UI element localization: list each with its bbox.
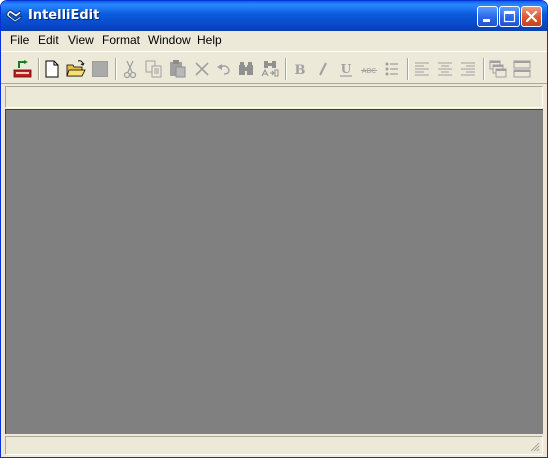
maximize-button[interactable] (499, 6, 520, 27)
menu-help[interactable]: Help (197, 33, 222, 47)
align-right-button[interactable] (457, 58, 479, 80)
menu-format[interactable]: Format (102, 33, 140, 47)
svg-text:U: U (341, 62, 352, 76)
open-folder-icon (66, 60, 86, 77)
save-button[interactable] (89, 58, 111, 80)
format-bar (5, 86, 543, 108)
tile-windows-icon (513, 60, 531, 78)
underline-button[interactable]: U (335, 58, 357, 80)
toolbar-separator (483, 58, 485, 80)
strikethrough-button[interactable]: ABC (358, 58, 380, 80)
underline-icon: U (340, 62, 352, 77)
minimize-button[interactable] (477, 6, 498, 27)
menu-view[interactable]: View (68, 33, 94, 47)
delete-button[interactable] (191, 58, 213, 80)
find-icon (239, 62, 253, 75)
exit-app-icon (13, 60, 32, 78)
close-icon (525, 10, 538, 23)
menu-bar: File Edit View Format Window Help (1, 31, 547, 50)
resize-grip-icon[interactable] (529, 441, 540, 452)
menu-edit[interactable]: Edit (38, 33, 59, 47)
bullet-list-button[interactable] (381, 58, 403, 80)
cascade-button[interactable] (487, 58, 509, 80)
cascade-windows-icon (489, 60, 507, 78)
app-icon (6, 9, 22, 23)
exit-button[interactable] (12, 58, 34, 80)
italic-button[interactable] (312, 58, 334, 80)
undo-icon (217, 64, 230, 75)
paste-icon (170, 60, 186, 78)
align-left-icon (415, 62, 429, 76)
copy-button[interactable] (143, 58, 165, 80)
save-icon (92, 61, 108, 77)
find-button[interactable] (235, 58, 257, 80)
open-button[interactable] (65, 58, 87, 80)
align-right-icon (461, 62, 475, 76)
new-button[interactable] (41, 58, 63, 80)
tile-button[interactable] (511, 58, 533, 80)
app-window: IntelliEdit File Edit View Format Window… (0, 0, 548, 458)
mdi-workspace[interactable] (5, 109, 543, 434)
minimize-icon (483, 19, 490, 22)
toolbar: B U ABC (1, 51, 547, 84)
align-center-button[interactable] (434, 58, 456, 80)
bold-icon: B (295, 63, 306, 78)
maximize-icon (503, 10, 516, 23)
cut-button[interactable] (119, 58, 141, 80)
bullet-list-icon (385, 62, 398, 76)
cut-icon (123, 60, 137, 79)
copy-icon (145, 60, 162, 78)
window-title: IntelliEdit (28, 8, 100, 23)
italic-icon (319, 62, 327, 76)
strikethrough-icon: ABC (361, 67, 377, 75)
new-document-icon (45, 60, 59, 78)
undo-button[interactable] (213, 58, 235, 80)
toolbar-separator (407, 58, 409, 80)
status-bar (5, 436, 543, 455)
menu-file[interactable]: File (10, 33, 29, 47)
svg-text:B: B (295, 63, 306, 78)
align-center-icon (438, 62, 452, 76)
toolbar-separator (285, 58, 287, 80)
paste-button[interactable] (167, 58, 189, 80)
replace-button[interactable] (259, 58, 281, 80)
align-left-button[interactable] (411, 58, 433, 80)
close-button[interactable] (521, 6, 542, 27)
bold-button[interactable]: B (289, 58, 311, 80)
menu-window[interactable]: Window (148, 33, 191, 47)
title-bar[interactable]: IntelliEdit (1, 1, 547, 31)
toolbar-separator (38, 58, 40, 80)
toolbar-separator (115, 58, 117, 80)
replace-icon (261, 61, 279, 77)
delete-icon (195, 62, 209, 76)
